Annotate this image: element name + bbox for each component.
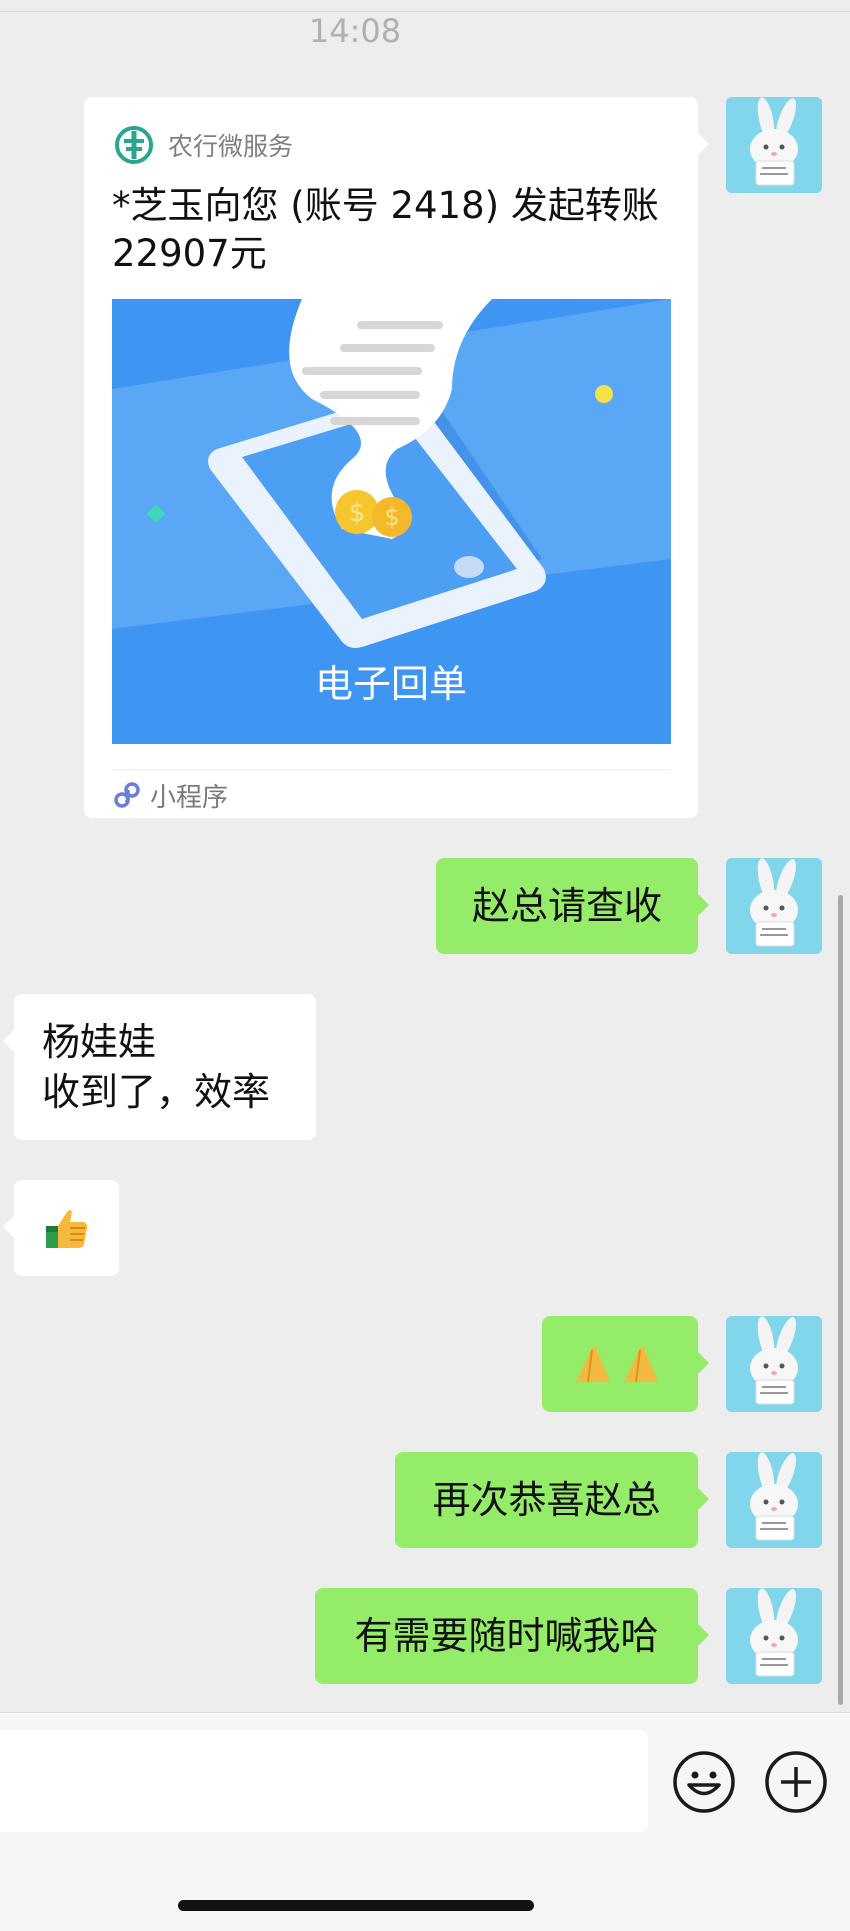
card-title: *芝玉向您 (账号 2418) 发起转账 22907元 bbox=[112, 184, 659, 275]
sent-message[interactable] bbox=[542, 1316, 709, 1412]
bubble-tail bbox=[3, 1216, 14, 1238]
rabbit-avatar-icon bbox=[726, 1588, 822, 1684]
smiley-icon bbox=[673, 1751, 735, 1813]
avatar[interactable] bbox=[726, 1316, 822, 1412]
message-timestamp: 14:08 bbox=[308, 12, 402, 50]
mini-program-icon bbox=[114, 782, 140, 808]
more-button[interactable] bbox=[764, 1750, 828, 1814]
avatar[interactable] bbox=[726, 1588, 822, 1684]
input-bar bbox=[0, 1712, 850, 1931]
scrollbar[interactable] bbox=[838, 895, 843, 1705]
home-indicator[interactable] bbox=[178, 1900, 534, 1911]
abc-bank-logo-icon bbox=[115, 126, 153, 164]
bubble-tail bbox=[3, 1030, 14, 1052]
message-text: 有需要随时喊我哈 bbox=[354, 1614, 659, 1658]
plus-icon bbox=[765, 1751, 827, 1813]
card-source-label: 农行微服务 bbox=[168, 132, 294, 161]
avatar[interactable] bbox=[726, 858, 822, 954]
card-divider bbox=[112, 769, 670, 770]
bubble-tail bbox=[698, 1488, 709, 1510]
bubble-tail bbox=[698, 1352, 709, 1374]
bubble-tail bbox=[698, 133, 709, 155]
receipt-illustration: $ $ 电子回单 bbox=[112, 299, 671, 744]
bubble-tail bbox=[698, 1624, 709, 1646]
avatar[interactable] bbox=[726, 97, 822, 193]
rabbit-avatar-icon bbox=[726, 1452, 822, 1548]
rabbit-avatar-icon bbox=[726, 1316, 822, 1412]
rabbit-avatar-icon bbox=[726, 858, 822, 954]
top-edge bbox=[0, 0, 850, 12]
received-message[interactable]: 杨娃娃 收到了，效率 bbox=[3, 994, 316, 1140]
svg-text:$: $ bbox=[349, 498, 366, 528]
received-message[interactable] bbox=[3, 1180, 119, 1276]
bubble-tail bbox=[698, 894, 709, 916]
praying-hands-emoji-icon bbox=[576, 1346, 658, 1383]
message-text: 杨娃娃 收到了，效率 bbox=[42, 1020, 271, 1114]
avatar[interactable] bbox=[726, 1452, 822, 1548]
card-source: 农行微服务 bbox=[114, 125, 293, 165]
sent-message[interactable]: 有需要随时喊我哈 bbox=[315, 1588, 709, 1684]
message-input[interactable] bbox=[0, 1730, 648, 1832]
message-text: 再次恭喜赵总 bbox=[432, 1478, 661, 1522]
card-image-caption: 电子回单 bbox=[315, 662, 467, 706]
svg-text:$: $ bbox=[384, 503, 399, 531]
rabbit-avatar-icon bbox=[726, 97, 822, 193]
mini-program-card[interactable]: 农行微服务 *芝玉向您 (账号 2418) 发起转账 22907元 $ $ 电子… bbox=[84, 97, 709, 818]
mini-program-label: 小程序 bbox=[150, 782, 229, 813]
sent-message[interactable]: 赵总请查收 bbox=[436, 858, 709, 954]
card-cover-image: $ $ 电子回单 bbox=[112, 299, 671, 744]
message-text: 赵总请查收 bbox=[471, 884, 662, 928]
thumbs-up-emoji-icon bbox=[45, 1210, 87, 1248]
emoji-button[interactable] bbox=[672, 1750, 736, 1814]
sent-message[interactable]: 再次恭喜赵总 bbox=[395, 1452, 709, 1548]
card-footer: 小程序 bbox=[112, 775, 228, 815]
